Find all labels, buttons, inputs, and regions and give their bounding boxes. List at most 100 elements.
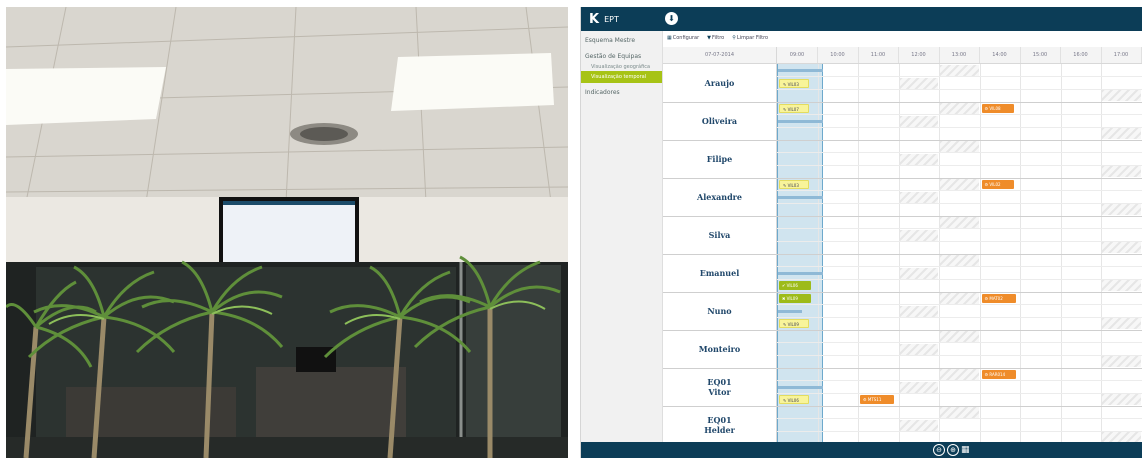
sub-row-divider	[777, 317, 1142, 318]
resource-name[interactable]: Araujo	[663, 64, 777, 102]
unavailable-slot	[899, 153, 938, 165]
table-row: Nuno	[663, 292, 1142, 331]
unavailable-slot	[1102, 166, 1141, 177]
resource-name[interactable]: Emanuel	[663, 254, 777, 292]
resource-name[interactable]: EQ01 Helder	[663, 406, 777, 444]
office-photo-drawing	[6, 7, 568, 458]
task-block[interactable]: ⚙ MTS11	[860, 395, 895, 404]
unavailable-slot	[940, 179, 979, 190]
sub-row-divider	[777, 342, 1142, 343]
resource-name[interactable]: EQ01 Vitor	[663, 368, 777, 406]
hour-header: 10:00	[818, 47, 859, 63]
task-block[interactable]: ✎ VIL03	[779, 78, 810, 88]
scheduling-app: K EPT ⬇ Esquema Mestre Gestão de Equipas V…	[580, 7, 1142, 458]
sub-row-divider	[777, 393, 1142, 394]
availability-bar	[778, 195, 823, 199]
unavailable-slot	[899, 77, 938, 89]
sub-row-divider	[777, 241, 1142, 242]
unavailable-slot	[940, 65, 979, 76]
filter-label: Filtro	[711, 35, 725, 41]
schedule-date: 07-07-2014	[663, 47, 777, 63]
task-block[interactable]: ✎ VIL03	[779, 180, 810, 189]
sub-row-divider	[777, 165, 1142, 166]
task-code: MTS11	[866, 397, 882, 402]
resource-name[interactable]: Silva	[663, 216, 777, 254]
unavailable-slot	[899, 419, 938, 431]
office-photo	[6, 7, 568, 458]
task-block[interactable]: ⚙ VIL02	[981, 180, 1014, 189]
zoom-out-button[interactable]: ⊖	[933, 444, 945, 456]
resource-name[interactable]: Filipe	[663, 140, 777, 178]
unavailable-slot	[1102, 394, 1141, 405]
download-button[interactable]: ⬇	[665, 12, 678, 25]
app-logo[interactable]: K EPT	[589, 12, 619, 27]
sub-row-divider	[777, 114, 1142, 115]
zoom-in-button[interactable]: ⊕	[947, 444, 959, 456]
resource-name[interactable]: Monteiro	[663, 330, 777, 368]
sidebar-item-0[interactable]: Esquema Mestre	[581, 34, 662, 47]
logo-mark-icon: K	[589, 12, 600, 27]
sidebar-item-1[interactable]: Gestão de Equipas	[581, 50, 662, 63]
unavailable-slot	[1102, 242, 1141, 253]
funnel-icon: ▼	[707, 35, 711, 41]
hour-header: 14:00	[980, 47, 1021, 63]
sub-row-divider	[777, 266, 1142, 267]
sub-row-divider	[777, 76, 1142, 77]
sub-row-divider	[777, 380, 1142, 381]
resource-name[interactable]: Nuno	[663, 292, 777, 330]
task-block[interactable]: ✎ VIL09	[779, 319, 810, 328]
sidebar-item-4[interactable]: Indicadores	[581, 86, 662, 99]
clear-filter-button[interactable]: ⚲Limpar Filtro	[732, 35, 768, 41]
table-row: Emanuel	[663, 254, 1142, 293]
task-block[interactable]: ✎ VIL06	[779, 395, 810, 404]
unavailable-slot	[899, 115, 938, 127]
task-block[interactable]: ✎ VIL07	[779, 104, 810, 113]
unavailable-slot	[940, 217, 979, 228]
footer-bar: ⊖ ⊕ ▦	[581, 442, 1142, 458]
resource-name[interactable]: Oliveira	[663, 102, 777, 140]
task-block[interactable]: ✔ VIL06	[779, 281, 812, 290]
hour-header: 12:00	[899, 47, 940, 63]
sidebar-item-3[interactable]: Visualização temporal	[581, 71, 662, 83]
resource-name[interactable]: Alexandre	[663, 178, 777, 216]
grid-view-button[interactable]: ▦	[961, 445, 971, 455]
sidebar-item-2[interactable]: Visualização geográfica	[581, 63, 662, 71]
unavailable-slot	[940, 293, 979, 304]
grid-icon: ▦	[667, 35, 672, 41]
task-block[interactable]: ⚙ RAR014	[981, 370, 1016, 379]
sidebar-menu: Esquema Mestre Gestão de Equipas Visualiza…	[581, 34, 662, 99]
task-code: VIL06	[786, 398, 799, 403]
unavailable-slot	[1102, 318, 1141, 329]
toolbar: ▦Configurar ▼Filtro ⚲Limpar Filtro	[663, 32, 1142, 44]
unavailable-slot	[1102, 90, 1141, 101]
availability-bar	[778, 69, 823, 72]
unavailable-slot	[940, 331, 979, 342]
download-arrow-icon: ⬇	[668, 14, 675, 23]
task-code: VIL07	[786, 107, 799, 112]
sub-row-divider	[777, 418, 1142, 419]
table-row: Oliveira	[663, 102, 1142, 141]
task-code: RAR014	[988, 372, 1006, 377]
sub-row-divider	[777, 355, 1142, 356]
unavailable-slot	[899, 381, 938, 393]
task-block[interactable]: ✖ VIL09	[779, 294, 812, 303]
filter-button[interactable]: ▼Filtro	[707, 35, 724, 41]
configure-button[interactable]: ▦Configurar	[667, 35, 699, 41]
sub-row-divider	[777, 203, 1142, 204]
unavailable-slot	[899, 305, 938, 317]
sub-row-divider	[777, 431, 1142, 432]
task-block[interactable]: ⚙ MAT02	[981, 294, 1016, 303]
hour-header: 13:00	[939, 47, 980, 63]
task-code: VIL09	[785, 296, 798, 301]
search-icon: ⚲	[732, 35, 736, 41]
zoom-in-icon: ⊕	[950, 446, 956, 454]
unavailable-slot	[899, 191, 938, 203]
clear-filter-label: Limpar Filtro	[736, 35, 769, 41]
schedule-grid: 07-07-2014 09:00 10:00 11:00 12:00 13:00 14:0…	[663, 47, 1142, 445]
zoom-out-icon: ⊖	[936, 446, 942, 454]
unavailable-slot	[1102, 128, 1141, 139]
task-code: VIL06	[785, 283, 798, 288]
unavailable-slot	[1102, 356, 1141, 367]
table-row: Silva	[663, 216, 1142, 255]
task-block[interactable]: ⚙ VIL08	[981, 104, 1014, 113]
